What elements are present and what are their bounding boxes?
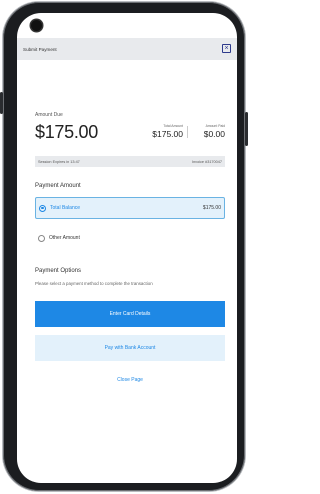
radio-unchecked-icon[interactable] [38,234,45,242]
page-title: Submit Payment [23,46,57,52]
phone-frame: Submit Payment × Amount Due $175.00 Tota… [0,2,248,491]
radio-checked-icon[interactable] [39,204,46,212]
invoice-number: Invoice #3170047 [192,159,222,164]
total-amount-value: $175.00 [152,129,183,139]
option-label: Other Amount [49,235,80,241]
enter-card-details-button[interactable]: Enter Card Details [35,301,225,327]
amount-due-label: Amount Due [35,112,63,118]
amount-due-value: $175.00 [35,122,98,142]
session-bar: Session Expires in 13:47 Invoice #317004… [35,156,225,167]
payment-options-description: Please select a payment method to comple… [35,281,153,286]
total-amount: Total Amount $175.00 [143,124,183,139]
amount-divider [187,126,188,138]
screen: Submit Payment × Amount Due $175.00 Tota… [17,13,237,483]
total-amount-label: Total Amount [163,124,183,128]
amount-paid: Amount Paid $0.00 [191,124,225,139]
option-value: $175.00 [202,205,221,211]
close-page-link[interactable]: Close Page [35,377,225,383]
option-total-balance[interactable]: Total Balance $175.00 [35,197,225,219]
volume-button [0,92,3,114]
amount-paid-value: $0.00 [203,129,225,139]
option-label: Total Balance [50,205,81,211]
front-camera [31,20,42,31]
payment-options-heading: Payment Options [35,268,82,274]
amount-paid-label: Amount Paid [205,124,225,128]
close-icon[interactable]: × [222,44,231,53]
top-bar: Submit Payment × [17,38,237,60]
pay-with-bank-button[interactable]: Pay with Bank Account [35,335,225,361]
session-timer: Session Expires in 13:47 [38,159,80,164]
payment-amount-heading: Payment Amount [35,183,81,189]
power-button [245,112,248,146]
option-other-amount[interactable]: Other Amount [35,227,225,249]
